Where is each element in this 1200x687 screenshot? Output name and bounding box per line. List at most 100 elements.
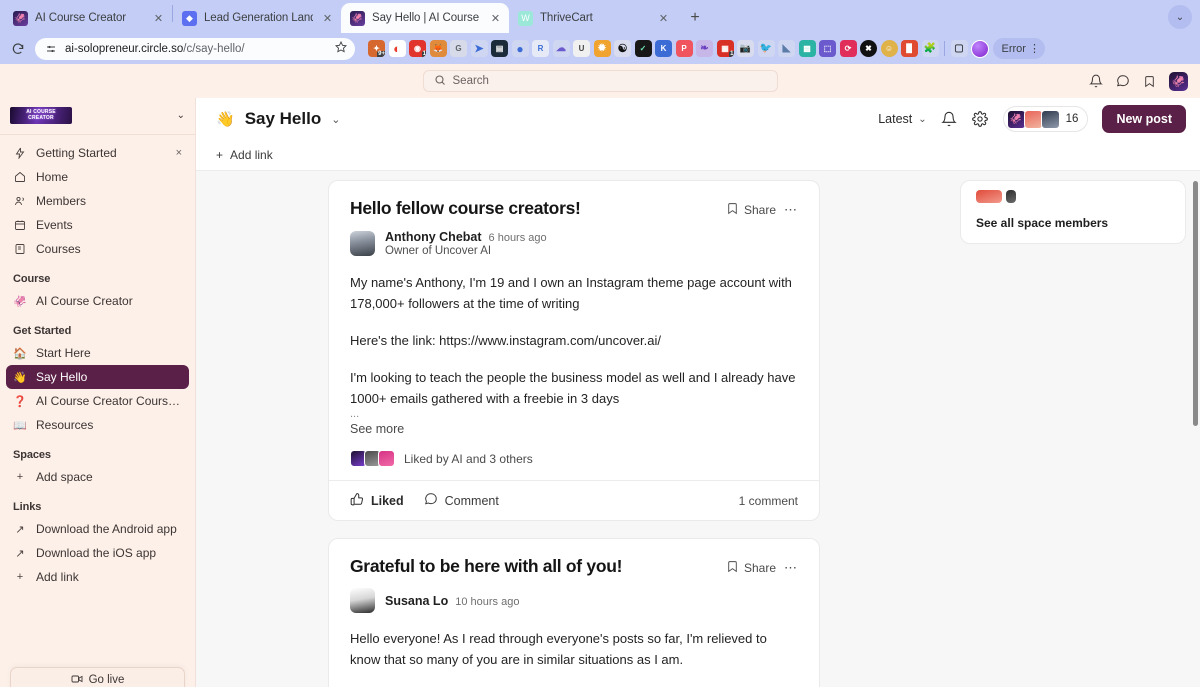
bookmark-icon[interactable] [1142,74,1157,89]
new-post-button[interactable]: New post [1102,105,1186,133]
tab-close-icon[interactable]: ✕ [320,11,335,26]
sidebar-item-download-ios[interactable]: ↗ Download the iOS app [6,541,189,565]
sidebar-item-add-space[interactable]: + Add space [6,465,189,489]
notifications-extension-icon[interactable]: ◉ 1 [409,40,426,57]
pink-p-extension-icon[interactable]: P [675,40,693,57]
close-icon[interactable]: × [176,147,182,159]
sidebar-item-ai-course-creator[interactable]: 🦑 AI Course Creator [6,289,189,313]
bell-icon[interactable] [941,111,958,128]
avatar[interactable] [350,231,375,256]
sidebar-item-events[interactable]: Events [6,213,189,237]
chevron-down-icon[interactable]: ⌄ [177,110,185,121]
see-all-space-members-link[interactable]: See all space members [976,216,1170,230]
post-title[interactable]: Hello fellow course creators! [350,198,726,219]
share-button[interactable]: Share [726,202,776,218]
sidebar-item-start-here[interactable]: 🏠 Start Here [6,341,189,365]
comment-button[interactable]: Comment [424,492,499,509]
bell-icon[interactable] [1088,74,1103,89]
x-extension-icon[interactable]: ✖ [860,40,877,57]
post-header: Hello fellow course creators! Share ⋯ [350,198,798,219]
yin-yang-extension-icon[interactable]: ☯ [614,40,631,57]
side-panel-icon[interactable]: ▢ [950,40,968,57]
camera-extension-icon[interactable]: 📷 [737,40,754,57]
comment-count[interactable]: 1 comment [739,494,798,508]
kit-extension-icon[interactable]: K [655,40,672,57]
bird-extension-icon[interactable]: ➤ [470,40,488,57]
tab-close-icon[interactable]: ✕ [151,11,166,26]
space-members-button[interactable]: 🦑 16 [1002,106,1089,132]
vertical-scrollbar[interactable] [1193,181,1198,426]
like-button[interactable]: Liked [350,492,404,509]
chevron-down-icon[interactable]: ⌄ [1168,5,1192,29]
error-status-button[interactable]: Error ⋮ [992,38,1045,59]
share-button[interactable]: Share [726,560,776,576]
qr-extension-icon[interactable]: ▩ [798,40,816,57]
grid-extension-icon[interactable]: ⬚ [819,40,836,57]
sidebar-item-download-android[interactable]: ↗ Download the Android app [6,517,189,541]
gear-icon[interactable] [972,111,989,128]
record-extension-icon[interactable]: ⟳ [839,40,857,57]
grammarly-g-extension-icon[interactable]: G [450,40,467,57]
sidebar-item-members[interactable]: Members [6,189,189,213]
tab-close-icon[interactable]: ✕ [488,11,503,26]
browser-tab-4[interactable]: W ThriveCart ✕ [509,3,677,33]
tab-close-icon[interactable]: ✕ [656,11,671,26]
red-stack-extension-icon[interactable]: ▦ 1 [716,40,734,57]
sidebar-item-say-hello[interactable]: 👋 Say Hello [6,365,189,389]
liked-by-row[interactable]: Liked by AI and 3 others [350,450,798,480]
video-camera-icon [71,673,83,687]
u-extension-icon[interactable]: U [573,40,590,57]
author-name[interactable]: Susana Lo [385,594,448,608]
post-title[interactable]: Grateful to be here with all of you! [350,556,726,577]
firefox-extension-icon[interactable]: 🦊 [429,40,447,57]
address-bar[interactable]: ai-solopreneur.circle.so/c/say-hello/ [35,37,355,60]
reload-icon[interactable] [8,39,28,59]
page-title[interactable]: 👋 Say Hello ⌄ [216,109,340,129]
go-live-button[interactable]: Go live [10,667,185,687]
liked-by-label: Liked by AI and 3 others [404,451,533,466]
user-avatar[interactable]: 🦑 [1169,71,1188,91]
more-vertical-icon[interactable]: ⋮ [1029,42,1040,55]
puzzle-extension-icon[interactable]: 🧩 [921,40,939,57]
leaf-extension-icon[interactable]: ❧ [696,40,713,57]
sidebar-item-resources[interactable]: 📖 Resources [6,413,189,437]
more-horizontal-icon[interactable]: ⋯ [784,560,798,576]
author-name[interactable]: Anthony Chebat [385,230,482,244]
sidebar-item-add-link[interactable]: + Add link [6,565,189,589]
see-more-button[interactable]: See more [350,422,798,436]
sort-dropdown[interactable]: Latest ⌄ [878,112,926,126]
new-tab-button[interactable]: + [682,5,708,31]
space-header: 👋 Say Hello ⌄ Latest ⌄ 🦑 16 New post [196,98,1200,140]
red-tool-extension-icon[interactable]: ▉ [901,40,918,57]
extension-badge: 1 [729,51,734,57]
layers-extension-icon[interactable]: ◣ [778,40,795,57]
sidebar-item-course-questions[interactable]: ❓ AI Course Creator Course Questi… [6,389,189,413]
browser-tab-1[interactable]: 🦑 AI Course Creator ✕ [4,3,172,33]
chrome-profile-avatar[interactable] [971,39,989,58]
browser-tab-2[interactable]: ◆ Lead Generation Landing Pag ✕ [173,3,341,33]
dark-square-extension-icon[interactable]: ✓ [634,40,652,57]
add-link-bar[interactable]: + Add link [196,140,1200,171]
post-author: Anthony Chebat 6 hours ago Owner of Unco… [350,230,798,257]
r-extension-icon[interactable]: R [532,40,549,57]
coin-extension-icon[interactable]: ☺ [880,40,898,57]
twitter-extension-icon[interactable]: 🐦 [757,40,775,57]
bookmark-star-icon[interactable] [335,40,347,56]
browser-tab-3-active[interactable]: 🦑 Say Hello | AI Course Creator ✕ [341,3,509,33]
sidebar-item-courses[interactable]: Courses [6,237,189,261]
chevron-down-icon[interactable]: ⌄ [331,113,340,126]
search-input[interactable]: Search [422,70,778,92]
chat-bubble-icon[interactable] [1115,74,1130,89]
blue-dot-extension-icon[interactable]: ● [511,40,529,57]
avatar[interactable] [350,588,375,613]
site-settings-icon[interactable] [44,42,57,55]
sidebar-item-getting-started[interactable]: Getting Started × [6,141,189,165]
calculator-extension-icon[interactable]: ▤ [491,40,508,57]
cloud-extension-icon[interactable]: ☁ [552,40,570,57]
opera-extension-icon[interactable]: ◐ [388,40,406,57]
spark-extension-icon[interactable]: ✹ [593,40,611,57]
community-switcher[interactable]: AI COURSE CREATOR ⌄ [0,98,195,132]
grammarly-extension-icon[interactable]: ✦ 9+ [368,40,385,57]
more-horizontal-icon[interactable]: ⋯ [784,202,798,218]
sidebar-item-home[interactable]: Home [6,165,189,189]
